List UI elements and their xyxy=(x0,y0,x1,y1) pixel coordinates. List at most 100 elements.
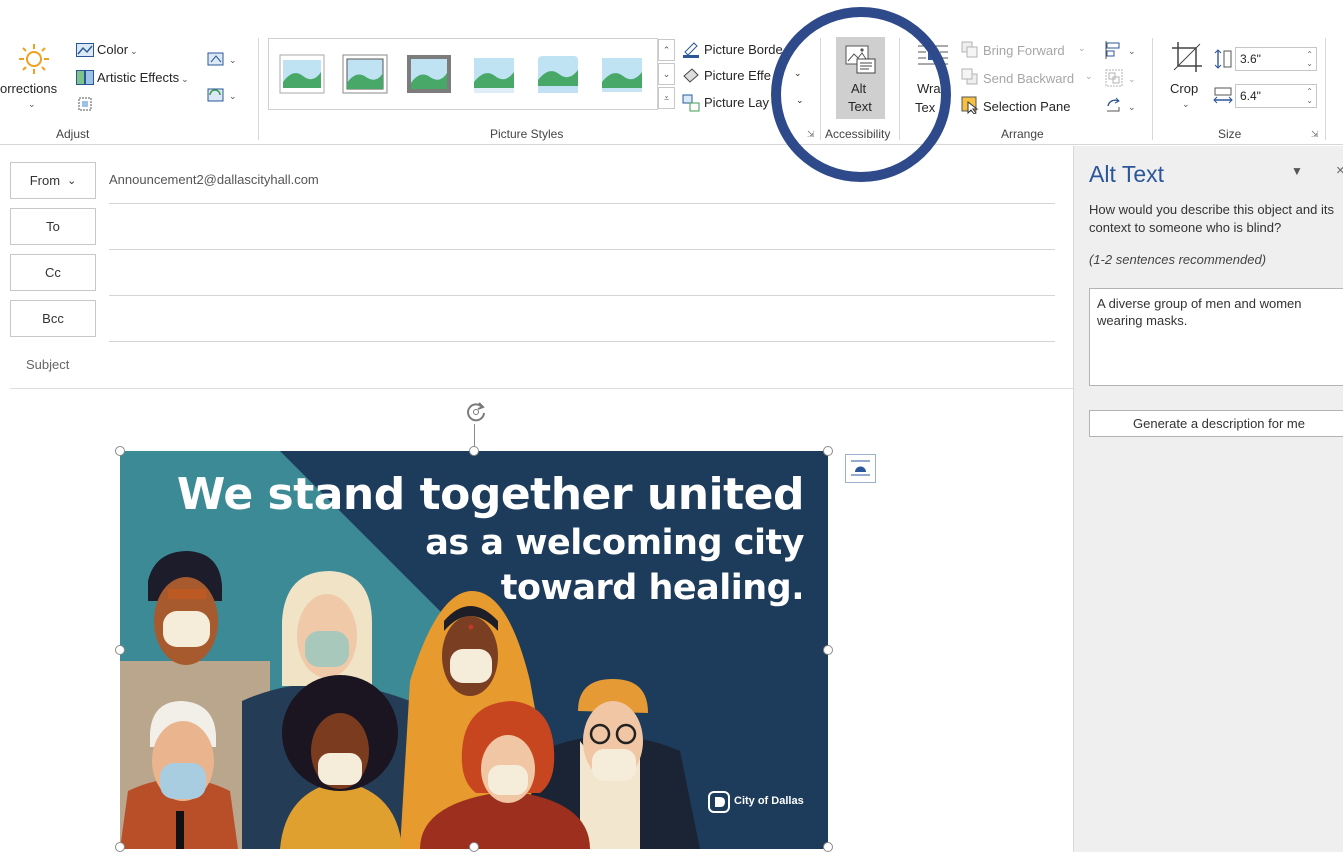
size-dialog-launcher-icon[interactable]: ⇲ xyxy=(1311,129,1321,139)
adjust-group-label: Adjust xyxy=(56,127,90,141)
picture-style-thumb-5[interactable] xyxy=(535,54,581,94)
resize-handle-bottom-middle[interactable] xyxy=(469,842,479,852)
svg-text:⌄: ⌄ xyxy=(1128,46,1136,56)
bring-forward-caret-icon: ⌄ xyxy=(1078,43,1086,53)
transparency-icon[interactable] xyxy=(77,96,93,112)
send-backward-button[interactable]: Send Backward xyxy=(983,71,1074,86)
picture-border-button[interactable]: Picture Borde xyxy=(704,42,783,57)
color-label: Color xyxy=(97,42,129,57)
selection-pane-icon xyxy=(961,96,979,115)
field-divider xyxy=(109,203,1055,204)
picture-border-icon xyxy=(682,40,700,58)
picture-effects-icon xyxy=(682,68,700,84)
alt-text-description-input[interactable]: A diverse group of men and women wearing… xyxy=(1089,288,1343,386)
from-address: Announcement2@dallascityhall.com xyxy=(109,172,319,187)
from-chevron-down-icon: ⌄ xyxy=(67,175,77,187)
change-picture-icon[interactable]: ⌄ xyxy=(207,86,239,104)
subject-input[interactable] xyxy=(109,345,1055,385)
layout-options-icon[interactable] xyxy=(845,454,876,483)
svg-text:⌄: ⌄ xyxy=(229,55,237,65)
ribbon-separator xyxy=(1152,38,1153,140)
rotate-icon[interactable]: ⌄ xyxy=(1104,96,1138,116)
size-group-label: Size xyxy=(1218,127,1242,141)
gallery-scroll-down-button[interactable]: ⌄ xyxy=(658,63,675,85)
city-of-dallas-logo-icon xyxy=(708,791,730,813)
ribbon-separator xyxy=(258,38,259,140)
corrections-button[interactable]: orrections xyxy=(0,81,57,96)
shape-height-input[interactable]: 3.6" ⌃ ⌄ xyxy=(1235,47,1317,71)
from-button[interactable]: From ⌄ xyxy=(10,162,96,199)
to-input[interactable] xyxy=(109,208,1055,248)
corrections-icon[interactable] xyxy=(17,42,51,76)
shape-width-value: 6.4" xyxy=(1240,89,1261,103)
shape-height-icon xyxy=(1213,48,1233,70)
alt-text-highlight-circle xyxy=(771,7,951,182)
resize-handle-top-left[interactable] xyxy=(115,446,125,456)
crop-button[interactable]: Crop xyxy=(1170,81,1198,96)
field-divider xyxy=(109,249,1055,250)
shape-width-input[interactable]: 6.4" ⌃ ⌄ xyxy=(1235,84,1317,108)
field-divider xyxy=(109,295,1055,296)
picture-style-thumb-4[interactable] xyxy=(471,54,517,94)
gallery-more-button[interactable]: ⩡ xyxy=(658,87,675,109)
generate-description-button[interactable]: Generate a description for me xyxy=(1089,410,1343,437)
picture-styles-gallery[interactable] xyxy=(268,38,658,110)
artistic-effects-button[interactable]: Artistic Effects ⌄ xyxy=(97,70,189,85)
resize-handle-middle-left[interactable] xyxy=(115,645,125,655)
poster-headline-line1: We stand together united xyxy=(176,469,805,520)
generate-description-label: Generate a description for me xyxy=(1133,416,1305,431)
picture-style-thumb-1[interactable] xyxy=(279,54,325,94)
crop-icon[interactable] xyxy=(1170,40,1204,74)
ribbon: orrections ⌄ Color ⌄ Artistic Effects ⌄ ⌄ … xyxy=(0,0,1343,182)
poster-headline-line2: as a welcoming city xyxy=(425,523,804,563)
picture-layout-icon xyxy=(682,94,700,112)
subject-label: Subject xyxy=(26,357,70,372)
picture-selected[interactable]: We stand together united as a welcoming … xyxy=(120,451,828,849)
picture-effects-button[interactable]: Picture Effe xyxy=(704,68,771,83)
resize-handle-top-right[interactable] xyxy=(823,446,833,456)
resize-handle-bottom-left[interactable] xyxy=(115,842,125,852)
send-backward-icon xyxy=(961,68,979,86)
picture-style-thumb-6[interactable] xyxy=(599,54,645,94)
close-icon[interactable]: × xyxy=(1336,162,1343,179)
from-label: From xyxy=(29,173,61,188)
body-divider xyxy=(10,388,1073,389)
gallery-scroll-up-button[interactable]: ⌃ xyxy=(658,39,675,61)
align-icon[interactable]: ⌄ xyxy=(1104,40,1138,60)
send-backward-caret-icon: ⌄ xyxy=(1085,71,1093,81)
artistic-effects-label: Artistic Effects xyxy=(97,70,180,85)
resize-handle-top-middle[interactable] xyxy=(469,446,479,456)
selection-pane-button[interactable]: Selection Pane xyxy=(983,99,1070,114)
pane-options-chevron-down-icon[interactable]: ▼ xyxy=(1291,164,1303,178)
city-of-dallas-logo-text: City of Dallas xyxy=(734,795,804,807)
arrange-group-label: Arrange xyxy=(1001,127,1044,141)
alt-text-question: How would you describe this object and i… xyxy=(1089,202,1334,235)
corrections-dropdown-icon[interactable]: ⌄ xyxy=(28,99,36,110)
rotate-handle-stem xyxy=(474,424,475,448)
bring-forward-icon xyxy=(961,41,979,59)
picture-style-thumb-3[interactable] xyxy=(406,54,452,94)
poster-headline-line3: toward healing. xyxy=(500,568,805,608)
to-button[interactable]: To xyxy=(10,208,96,245)
resize-handle-bottom-right[interactable] xyxy=(823,842,833,852)
shape-width-spinner-icon[interactable]: ⌃ ⌄ xyxy=(1306,87,1313,105)
bring-forward-button[interactable]: Bring Forward xyxy=(983,43,1065,58)
ribbon-separator xyxy=(1325,38,1326,140)
cc-button[interactable]: Cc xyxy=(10,254,96,291)
crop-dropdown-icon[interactable]: ⌄ xyxy=(1182,99,1190,110)
color-caret-icon: ⌄ xyxy=(130,46,138,56)
picture-layout-button[interactable]: Picture Lay xyxy=(704,95,769,110)
compress-pictures-icon[interactable]: ⌄ xyxy=(207,50,239,68)
svg-text:⌄: ⌄ xyxy=(229,91,237,101)
rotate-handle-icon[interactable] xyxy=(463,399,489,425)
bcc-button[interactable]: Bcc xyxy=(10,300,96,337)
color-button[interactable]: Color ⌄ xyxy=(97,42,138,57)
shape-height-spinner-icon[interactable]: ⌃ ⌄ xyxy=(1306,50,1313,68)
cc-input[interactable] xyxy=(109,254,1055,294)
svg-text:⌄: ⌄ xyxy=(1128,102,1136,112)
resize-handle-middle-right[interactable] xyxy=(823,645,833,655)
group-icon[interactable]: ⌄ xyxy=(1104,68,1138,88)
alt-text-pane-title: Alt Text xyxy=(1089,161,1164,187)
picture-style-thumb-2[interactable] xyxy=(342,54,388,94)
bcc-input[interactable] xyxy=(109,300,1055,340)
